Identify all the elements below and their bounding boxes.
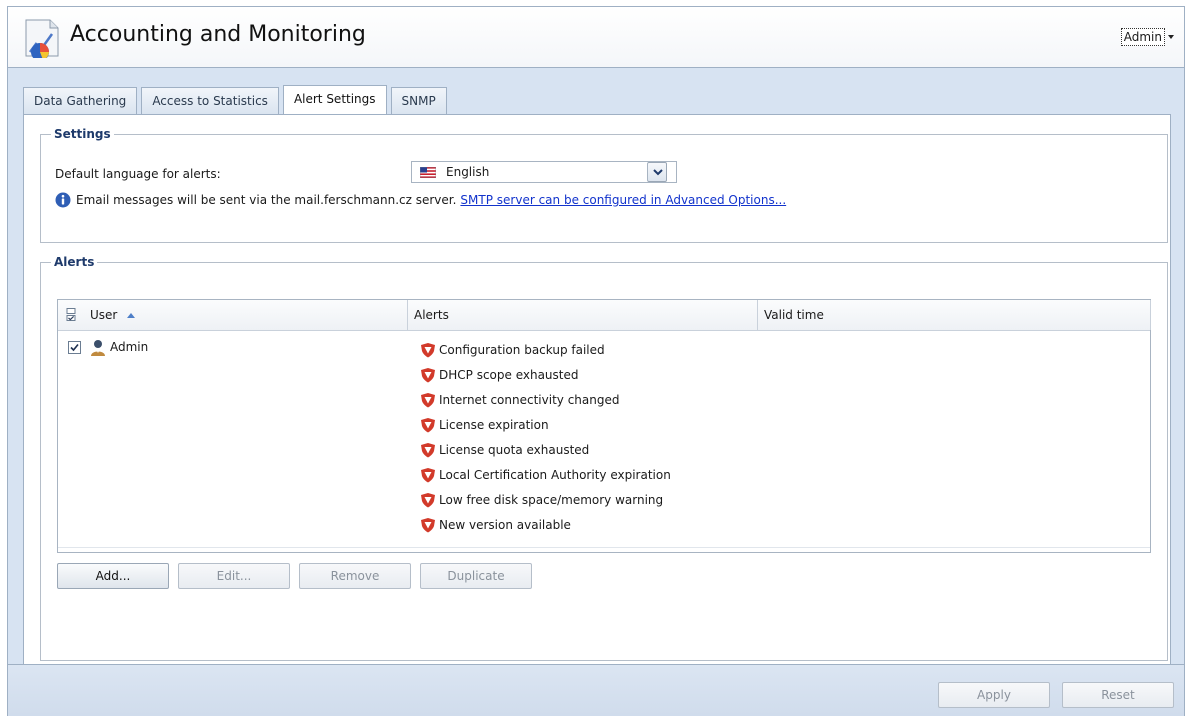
alerts-table-header: User Alerts Valid time (58, 300, 1151, 331)
alert-shield-icon (421, 468, 435, 483)
footer-bar: Apply Reset (8, 664, 1184, 716)
list-item: New version available (420, 517, 671, 542)
table-divider (58, 547, 1150, 548)
list-item: DHCP scope exhausted (420, 367, 671, 392)
content-area: Data Gathering Access to Statistics Aler… (8, 67, 1184, 666)
settings-legend: Settings (54, 127, 111, 141)
tab-alert-settings[interactable]: Alert Settings (282, 85, 387, 114)
column-header-user-label: User (90, 308, 118, 322)
alert-shield-icon (421, 343, 435, 358)
list-item: Internet connectivity changed (420, 392, 671, 417)
user-menu[interactable]: Admin (1120, 28, 1174, 46)
list-item: Low free disk space/memory warning (420, 492, 671, 517)
column-header-user[interactable]: User (86, 300, 408, 330)
column-header-alerts[interactable]: Alerts (408, 300, 758, 330)
alert-shield-icon (421, 368, 435, 383)
user-menu-label[interactable]: Admin (1120, 28, 1165, 46)
select-all-checkbox-icon[interactable] (66, 308, 77, 322)
tab-panel-alert-settings: Settings Default language for alerts: En… (23, 114, 1171, 666)
chevron-down-icon (653, 169, 663, 176)
list-item: License quota exhausted (420, 442, 671, 467)
app-window: Accounting and Monitoring Admin Data Gat… (7, 6, 1185, 716)
info-icon (55, 192, 71, 208)
edit-button[interactable]: Edit... (178, 563, 290, 589)
alert-shield-icon (421, 493, 435, 508)
smtp-info-text: Email messages will be sent via the mail… (76, 193, 457, 207)
tab-bar: Data Gathering Access to Statistics Aler… (23, 85, 451, 114)
language-select-toggle[interactable] (647, 162, 667, 182)
language-select-value: English (446, 165, 490, 179)
add-button[interactable]: Add... (57, 563, 169, 589)
duplicate-button[interactable]: Duplicate (420, 563, 532, 589)
alerts-legend: Alerts (54, 255, 95, 269)
alert-shield-icon (421, 418, 435, 433)
tab-access-to-statistics[interactable]: Access to Statistics (141, 87, 279, 114)
list-item: Local Certification Authority expiration (420, 467, 671, 492)
checkmark-icon (70, 343, 79, 352)
alert-label: License expiration (439, 418, 549, 432)
alert-label: Internet connectivity changed (439, 393, 620, 407)
alert-label: Local Certification Authority expiration (439, 468, 671, 482)
alerts-table: User Alerts Valid time Admin Configurati… (57, 299, 1151, 553)
app-header: Accounting and Monitoring Admin (8, 7, 1184, 67)
us-flag-icon (420, 167, 436, 178)
alert-label: Low free disk space/memory warning (439, 493, 664, 507)
user-icon (91, 340, 105, 356)
select-all-column[interactable] (58, 300, 86, 330)
language-label: Default language for alerts: (55, 167, 221, 181)
column-header-valid-time[interactable]: Valid time (758, 300, 1151, 330)
smtp-info: Email messages will be sent via the mail… (55, 192, 786, 208)
alerts-button-row: Add... Edit... Remove Duplicate (57, 563, 541, 589)
reset-button[interactable]: Reset (1062, 682, 1174, 708)
alert-label: Configuration backup failed (439, 343, 605, 357)
alert-label: License quota exhausted (439, 443, 590, 457)
chevron-down-icon[interactable] (1168, 35, 1174, 39)
tab-data-gathering[interactable]: Data Gathering (23, 87, 138, 114)
sort-ascending-icon (127, 313, 136, 318)
smtp-config-link[interactable]: SMTP server can be configured in Advance… (460, 193, 786, 207)
list-item: License expiration (420, 417, 671, 442)
app-title: Accounting and Monitoring (70, 22, 366, 47)
row-checkbox-admin[interactable] (68, 341, 81, 354)
alert-label: New version available (439, 518, 571, 532)
alert-shield-icon (421, 393, 435, 408)
alert-shield-icon (421, 443, 435, 458)
list-item: Configuration backup failed (420, 342, 671, 367)
tab-snmp[interactable]: SNMP (390, 87, 447, 114)
row-alert-list: Configuration backup failed DHCP scope e… (420, 342, 671, 542)
alert-label: DHCP scope exhausted (439, 368, 579, 382)
remove-button[interactable]: Remove (299, 563, 411, 589)
alerts-group: Alerts User Alerts Valid time Admin Conf… (40, 255, 1168, 661)
row-user-name[interactable]: Admin (110, 340, 148, 354)
alert-shield-icon (421, 518, 435, 533)
accounting-chart-icon (25, 19, 59, 58)
language-select[interactable]: English (411, 161, 677, 183)
settings-group: Settings Default language for alerts: En… (40, 127, 1168, 243)
apply-button[interactable]: Apply (938, 682, 1050, 708)
